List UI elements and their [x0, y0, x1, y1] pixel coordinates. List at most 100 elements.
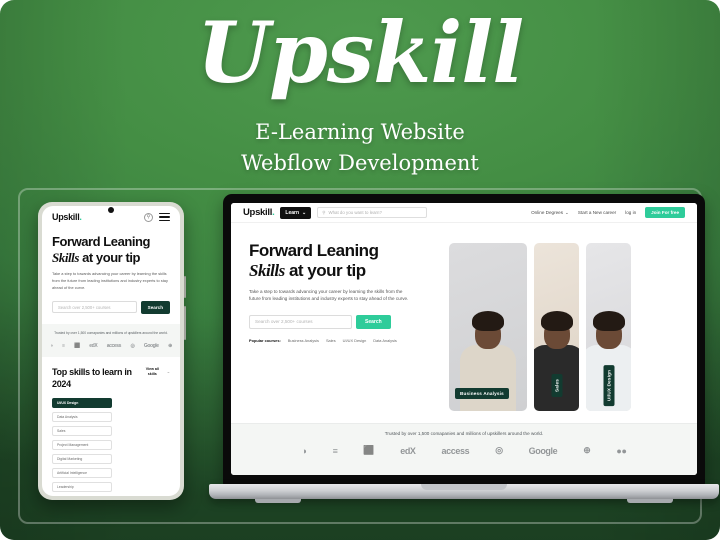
- partner-logo-icon-0: ◑: [50, 342, 53, 349]
- arrow-right-icon: →: [166, 369, 170, 374]
- laptop-foot-left: [255, 499, 301, 503]
- web-logo[interactable]: Upskill.: [243, 207, 275, 218]
- popular-course-link-0[interactable]: Business Analysis: [288, 338, 319, 343]
- chevron-down-icon: ⌄: [302, 209, 307, 216]
- mobile-search-button[interactable]: Search: [140, 300, 170, 314]
- web-hero-section: Forward Leaning Skills at your tip Take …: [231, 223, 697, 419]
- partner-logo-icon-0: ◑: [301, 445, 307, 456]
- partner-logo-icon-7: ⊕: [168, 342, 172, 349]
- view-all-skills-label: View all skills: [145, 366, 159, 377]
- card-tag-label: UI/UX Design: [603, 364, 614, 407]
- nav-link-start-new-career[interactable]: Start a New career: [578, 210, 616, 215]
- poster-canvas: Upskill E-Learning Website Webflow Devel…: [0, 0, 720, 540]
- mobile-trust-text: Trusted by over 1,500 comapanies and mil…: [54, 330, 168, 335]
- nav-link-online-degrees[interactable]: Online Degrees ⌄: [531, 210, 569, 216]
- device-stage-frame: Upskill. Learn ⌄ ⚲ What do you want to l…: [18, 188, 719, 524]
- web-hero-copy: Forward Leaning Skills at your tip Take …: [231, 241, 443, 419]
- partner-logo-icon-4: access: [441, 445, 470, 456]
- phone-power-button[interactable]: [184, 276, 186, 298]
- skill-tag-leadership[interactable]: Leadership: [52, 482, 112, 493]
- search-icon[interactable]: ⚲: [144, 212, 153, 222]
- hamburger-menu-icon[interactable]: [159, 213, 170, 221]
- nav-link-log-in[interactable]: log in: [625, 210, 636, 215]
- web-learn-label: Learn: [285, 209, 300, 216]
- page-title: Upskill: [196, 3, 524, 102]
- phone-volume-button[interactable]: [184, 306, 186, 340]
- mobile-logo[interactable]: Upskill.: [52, 212, 82, 222]
- phone-body: Upskill. ⚲ Forward Leaning Skills at you…: [38, 202, 184, 500]
- partner-logo-icon-6: Google: [528, 445, 558, 456]
- partner-logo-icon-4: access: [106, 342, 122, 349]
- laptop-foot-right: [627, 499, 673, 503]
- partner-logo-icon-3: edX: [89, 342, 98, 349]
- web-logo-text: Upskill: [243, 207, 273, 218]
- mobile-trust-band: Trusted by over 1,500 comapanies and mil…: [42, 323, 180, 357]
- skill-tag-uiux-design[interactable]: UI/UX Design: [52, 398, 112, 409]
- partner-logo-icon-5: ◎: [495, 445, 503, 455]
- view-all-skills-link[interactable]: View all skills →: [141, 367, 170, 378]
- popular-course-link-2[interactable]: UI/UX Design: [343, 338, 367, 343]
- card-tag-label: Sales: [551, 373, 562, 398]
- web-navbar: Upskill. Learn ⌄ ⚲ What do you want to l…: [231, 203, 697, 223]
- web-hero-search-row: Search over 2,500+ courses Search: [249, 314, 443, 329]
- skill-tag-data-analysis[interactable]: Data Analysis: [52, 412, 112, 423]
- web-popular-courses: Popular courses: Business Analysis Sales…: [249, 338, 443, 343]
- hero-search-input[interactable]: Search over 2,500+ courses: [249, 314, 352, 329]
- person-hair: [540, 311, 573, 331]
- mobile-skills-section: Top skills to learn in 2024 View all ski…: [42, 357, 180, 496]
- web-hero-title: Forward Leaning Skills at your tip: [249, 241, 443, 281]
- partner-logo-icon-5: ◎: [130, 342, 135, 349]
- skill-tag-project-management[interactable]: Project Management: [52, 440, 112, 451]
- partner-logo-row: ◑ ≡ ⬛ edX access ◎ Google ⊕ ●●: [302, 445, 627, 456]
- popular-course-link-1[interactable]: Sales: [326, 338, 336, 343]
- mobile-hero-title: Forward Leaning Skills at your tip: [52, 234, 170, 265]
- person-head: [472, 311, 504, 349]
- web-hero-description: Take a step to towards advancing your ca…: [249, 288, 409, 302]
- partner-logo-icon-7: ⊕: [583, 445, 591, 455]
- skill-tag-sales[interactable]: Sales: [52, 426, 112, 437]
- phone-camera: [108, 207, 114, 213]
- skill-tag-artificial-intelligence[interactable]: Artificial Intelligence: [52, 468, 112, 479]
- web-hero-title-rest: at your tip: [284, 260, 366, 280]
- mobile-partner-logo-row: ◑ ≡ ⬛ edX access ◎ Google ⊕: [50, 343, 172, 349]
- popular-course-link-3[interactable]: Data Analysis: [373, 338, 397, 343]
- partner-logo-icon-1: ≡: [332, 445, 338, 456]
- subtitle-line-1: E-Learning Website: [255, 120, 465, 144]
- mobile-search-input[interactable]: Search over 2,500+ courses: [52, 301, 137, 314]
- mobile-search-row: Search over 2,500+ courses Search: [52, 300, 170, 314]
- hero-search-button[interactable]: Search: [356, 314, 391, 329]
- laptop-screen: Upskill. Learn ⌄ ⚲ What do you want to l…: [231, 203, 697, 475]
- web-search-input[interactable]: ⚲ What do you want to learn?: [317, 207, 428, 218]
- web-search-placeholder: What do you want to learn?: [328, 210, 382, 215]
- web-hero-cards: Business Analysis Sales UI/UX Design: [443, 241, 697, 419]
- popular-courses-label: Popular courses:: [249, 337, 281, 343]
- partner-logo-icon-8: ●●: [616, 445, 627, 456]
- mobile-skill-tag-list: UI/UX Design Data Analysis Sales Project…: [52, 398, 170, 493]
- laptop-notch: [425, 194, 503, 203]
- partner-logo-icon-6: Google: [143, 342, 159, 349]
- search-icon: ⚲: [322, 209, 326, 215]
- nav-link-label: Start a New career: [577, 210, 617, 215]
- poster-subtitle: E-Learning Website Webflow Development: [0, 118, 720, 179]
- mobile-skills-header: Top skills to learn in 2024 View all ski…: [52, 367, 170, 390]
- web-learn-dropdown[interactable]: Learn ⌄: [280, 206, 312, 219]
- laptop-mockup: Upskill. Learn ⌄ ⚲ What do you want to l…: [209, 194, 719, 514]
- mobile-skills-title: Top skills to learn in 2024: [52, 366, 132, 389]
- partner-logo-icon-2: ⬛: [363, 445, 375, 455]
- person-hair: [472, 311, 504, 331]
- web-hero-title-line1: Forward Leaning: [249, 241, 379, 260]
- course-card-uiux-design[interactable]: UI/UX Design: [586, 243, 631, 411]
- course-card-sales[interactable]: Sales: [534, 243, 579, 411]
- card-tag-label: Business Analysis: [455, 388, 509, 399]
- partner-logo-icon-3: edX: [400, 445, 416, 456]
- nav-link-label: log in: [625, 210, 637, 215]
- mobile-hero-title-italic: Skills: [52, 249, 79, 265]
- course-card-business-analysis[interactable]: Business Analysis: [449, 243, 527, 411]
- laptop-lid: Upskill. Learn ⌄ ⚲ What do you want to l…: [223, 194, 705, 486]
- join-for-free-button[interactable]: Join For free: [645, 207, 685, 218]
- person-head: [592, 311, 625, 349]
- web-logo-dot: .: [272, 207, 275, 218]
- web-hero-title-line2: Skills at your tip: [249, 261, 443, 281]
- skill-tag-digital-marketing[interactable]: Digital Marketing: [52, 454, 112, 465]
- web-hero-title-italic: Skills: [249, 260, 285, 280]
